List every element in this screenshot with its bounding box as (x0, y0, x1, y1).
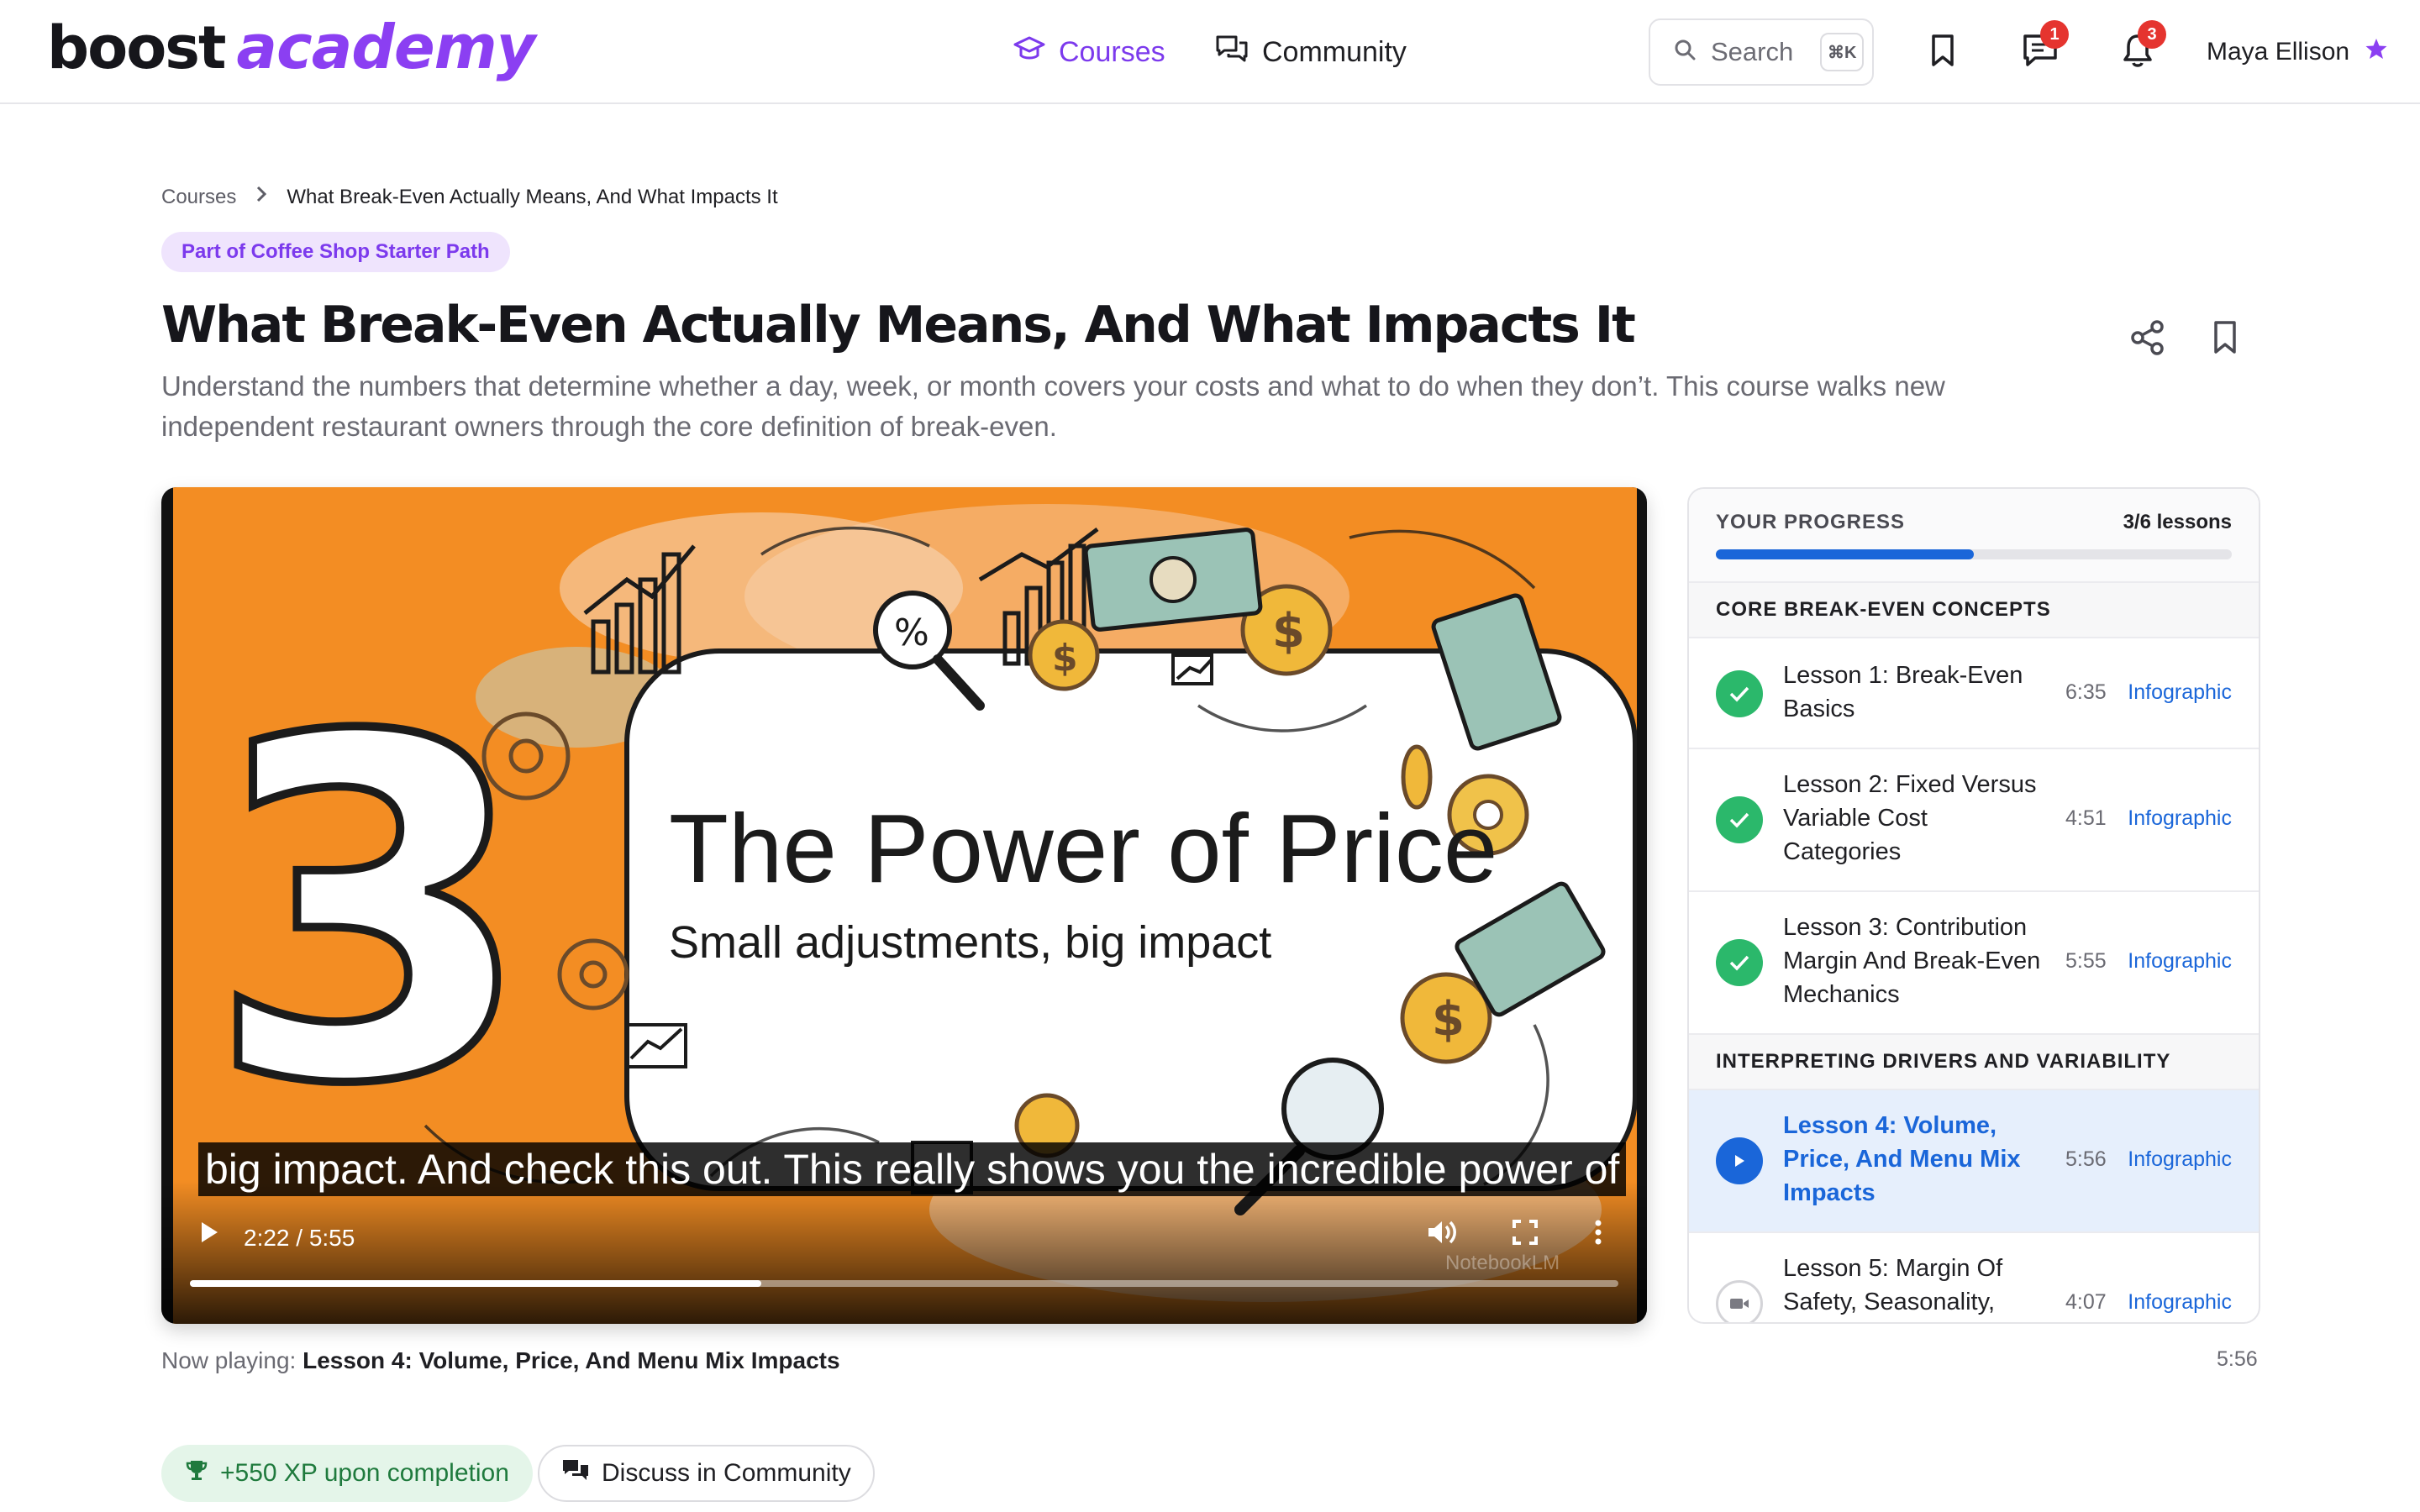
graduation-cap-icon (1013, 34, 1045, 71)
course-progress-fill (1716, 549, 1974, 559)
bookmarks-button[interactable] (1921, 30, 1965, 74)
trophy-icon (185, 1458, 208, 1488)
more-vertical-icon (1595, 1220, 1602, 1249)
nav-courses-label: Courses (1059, 35, 1165, 68)
video-progress-bar[interactable] (190, 1280, 1618, 1287)
lesson-item-4-current[interactable]: Lesson 4: Volume, Price, And Menu Mix Im… (1689, 1090, 2259, 1233)
course-description: Understand the numbers that determine wh… (161, 370, 1945, 442)
user-name: Maya Ellison (2207, 38, 2350, 66)
messages-count-badge: 1 (2040, 20, 2069, 49)
lesson-4-duration: 5:56 (2065, 1147, 2107, 1171)
now-playing-label: Now playing: Lesson 4: Volume, Price, An… (161, 1347, 840, 1374)
subtitle-caption: big impact. And check this out. This rea… (198, 1142, 1627, 1196)
svg-text:$: $ (1272, 604, 1305, 659)
lesson-5-infographic-link[interactable]: Infographic (2128, 1290, 2232, 1315)
lesson-5-title: Lesson 5: Margin Of Safety, Seasonality,… (1783, 1255, 2003, 1315)
completed-check-icon (1716, 796, 1763, 843)
section-header-core-concepts: CORE BREAK-EVEN CONCEPTS (1689, 583, 2259, 638)
lesson-1-title: Lesson 1: Break-Even Basics (1783, 662, 2023, 722)
section-header-drivers: INTERPRETING DRIVERS AND VARIABILITY (1689, 1035, 2259, 1090)
logo-word-academy: academy (236, 12, 535, 82)
share-icon (2129, 319, 2166, 360)
nav-community-label: Community (1262, 35, 1407, 68)
video-time-display: 2:22 / 5:55 (244, 1225, 355, 1251)
slide-title-text: The Power of Price (669, 794, 1497, 903)
progress-count: 3/6 lessons (2123, 511, 2232, 533)
lesson-4-infographic-link[interactable]: Infographic (2128, 1147, 2232, 1172)
now-playing-lesson: Lesson 4: Volume, Price, And Menu Mix Im… (302, 1347, 840, 1373)
play-icon (199, 1221, 219, 1248)
breadcrumb-courses-link[interactable]: Courses (161, 186, 236, 209)
lesson-1-infographic-link[interactable]: Infographic (2128, 680, 2232, 705)
notebooklm-watermark: NotebookLM (1445, 1252, 1560, 1274)
messages-button[interactable]: 1 (2018, 20, 2069, 74)
chat-bubbles-icon (561, 1457, 590, 1489)
fullscreen-icon (1512, 1219, 1538, 1249)
nav-community-link[interactable]: Community (1215, 32, 1407, 72)
boost-academy-logo[interactable]: boost academy (47, 12, 536, 87)
lesson-1-duration: 6:35 (2065, 680, 2107, 704)
course-title: What Break-Even Actually Means, And What… (161, 296, 1636, 354)
xp-reward-text: +550 XP upon completion (220, 1459, 509, 1487)
completed-check-icon (1716, 939, 1763, 986)
top-navigation-bar: boost academy Courses Community Search ⌘… (0, 0, 2420, 104)
chevron-right-icon (255, 185, 268, 209)
user-menu[interactable]: Maya Ellison (2207, 34, 2388, 71)
lesson-5-duration: 4:07 (2065, 1290, 2107, 1314)
breadcrumb: Courses What Break-Even Actually Means, … (161, 185, 778, 209)
lesson-2-title: Lesson 2: Fixed Versus Variable Cost Cat… (1783, 771, 2037, 865)
completed-check-icon (1716, 670, 1763, 717)
lesson-item-5[interactable]: Lesson 5: Margin Of Safety, Seasonality,… (1689, 1233, 2259, 1322)
bookmark-icon (2212, 320, 2238, 360)
bookmark-icon (1929, 34, 1956, 71)
progress-label: YOUR PROGRESS (1716, 511, 1906, 533)
more-options-button[interactable] (1581, 1213, 1615, 1255)
lesson-4-title: Lesson 4: Volume, Price, And Menu Mix Im… (1783, 1112, 2021, 1206)
search-box[interactable]: Search ⌘K (1649, 18, 1874, 86)
playing-icon (1716, 1137, 1763, 1184)
video-camera-icon (1716, 1280, 1763, 1322)
play-button[interactable] (188, 1213, 230, 1255)
discuss-label: Discuss in Community (602, 1459, 851, 1487)
now-playing-duration: 5:56 (2217, 1347, 2258, 1371)
video-progress-fill (190, 1280, 761, 1287)
search-icon (1674, 37, 1696, 67)
volume-icon (1427, 1219, 1459, 1250)
breadcrumb-current: What Break-Even Actually Means, And What… (287, 185, 778, 208)
share-button[interactable] (2126, 318, 2170, 361)
learning-path-pill[interactable]: Part of Coffee Shop Starter Path (161, 232, 510, 272)
lesson-3-duration: 5:55 (2065, 949, 2107, 973)
lesson-progress-panel: YOUR PROGRESS 3/6 lessons CORE BREAK-EVE… (1687, 487, 2260, 1324)
lesson-2-infographic-link[interactable]: Infographic (2128, 806, 2232, 831)
xp-reward-pill: +550 XP upon completion (161, 1445, 533, 1502)
course-progress-bar (1716, 549, 2232, 559)
lesson-item-3[interactable]: Lesson 3: Contribution Margin And Break-… (1689, 892, 2259, 1035)
search-placeholder: Search (1711, 37, 1794, 66)
volume-button[interactable] (1422, 1213, 1464, 1255)
bookmark-course-button[interactable] (2203, 318, 2247, 361)
discuss-in-community-button[interactable]: Discuss in Community (538, 1445, 875, 1502)
star-icon (2365, 37, 2388, 67)
lesson-3-title: Lesson 3: Contribution Margin And Break-… (1783, 914, 2041, 1008)
now-playing-prefix: Now playing: (161, 1347, 297, 1373)
lesson-item-1[interactable]: Lesson 1: Break-Even Basics 6:35 Infogra… (1689, 638, 2259, 749)
progress-header: YOUR PROGRESS 3/6 lessons (1689, 489, 2259, 583)
search-shortcut-hint: ⌘K (1820, 33, 1865, 71)
video-player[interactable]: 3 $ $ $ % The Power of Price Small adjus… (161, 487, 1647, 1324)
lesson-2-duration: 4:51 (2065, 806, 2107, 830)
lesson-item-2[interactable]: Lesson 2: Fixed Versus Variable Cost Cat… (1689, 749, 2259, 892)
svg-text:$: $ (1052, 637, 1078, 680)
svg-text:%: % (894, 612, 929, 654)
svg-text:$: $ (1432, 992, 1465, 1047)
slide-subtitle-text: Small adjustments, big impact (669, 917, 1271, 968)
logo-word-boost: boost (47, 13, 226, 82)
chat-bubbles-icon (1215, 34, 1249, 71)
fullscreen-button[interactable] (1504, 1213, 1546, 1255)
notifications-count-badge: 3 (2138, 20, 2166, 49)
notifications-button[interactable]: 3 (2116, 20, 2166, 74)
nav-courses-link[interactable]: Courses (1013, 32, 1165, 72)
lesson-3-infographic-link[interactable]: Infographic (2128, 949, 2232, 974)
slide-number-text: 3 (207, 639, 534, 1187)
